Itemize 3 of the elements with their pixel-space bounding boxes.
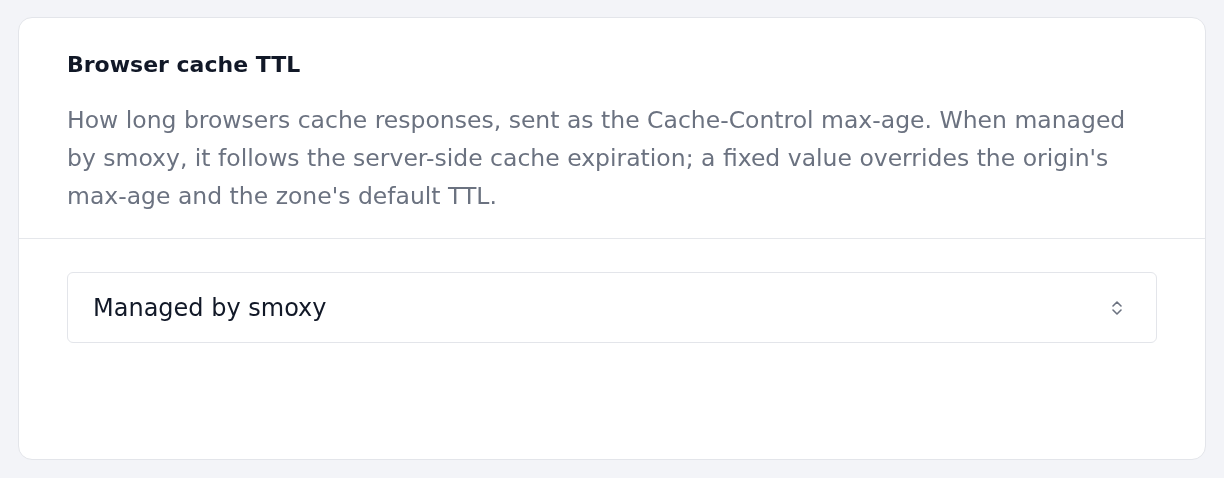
card-title: Browser cache TTL bbox=[67, 51, 302, 79]
ttl-select[interactable]: Managed by smoxy bbox=[67, 272, 1157, 343]
card-description: How long browsers cache responses, sent as the Cache-Control max-age. When managed by smoxy, it follows the server-side cache expiration; a fixed value overrides the origin's max-age and the zone's default TTL. bbox=[67, 105, 1127, 212]
